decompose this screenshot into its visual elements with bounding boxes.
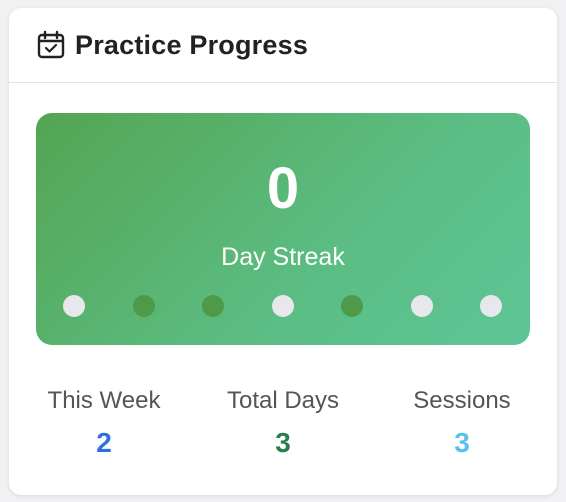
streak-panel: 0 Day Streak: [36, 113, 530, 345]
card-title: Practice Progress: [75, 29, 309, 60]
stat-label: Total Days: [226, 387, 340, 414]
day-dot: [341, 295, 363, 317]
stat-value: 2: [96, 427, 112, 458]
stat-label: This Week: [47, 387, 161, 414]
stat-this-week: This Week 2: [14, 386, 194, 460]
day-dot: [132, 295, 155, 317]
stat-value: 3: [275, 427, 291, 458]
week-day-dots: [63, 295, 503, 317]
calendar-check-icon: [35, 29, 67, 61]
day-dot: [202, 295, 224, 317]
stat-label: Sessions: [413, 387, 511, 414]
streak-count: 0: [266, 156, 300, 221]
streak-label: Day Streak: [221, 243, 345, 271]
day-dot: [410, 295, 433, 317]
day-dot: [271, 295, 294, 317]
stat-total-days: Total Days 3: [193, 386, 373, 460]
day-dot: [480, 295, 502, 317]
day-dot: [63, 295, 85, 317]
stat-value: 3: [454, 427, 470, 458]
stats-row: This Week 2 Total Days 3 Sessions 3: [9, 386, 557, 466]
practice-progress-card: Practice Progress 0 Day Streak This Week…: [9, 8, 557, 495]
stat-sessions: Sessions 3: [372, 386, 552, 460]
card-header: Practice Progress: [9, 8, 557, 83]
